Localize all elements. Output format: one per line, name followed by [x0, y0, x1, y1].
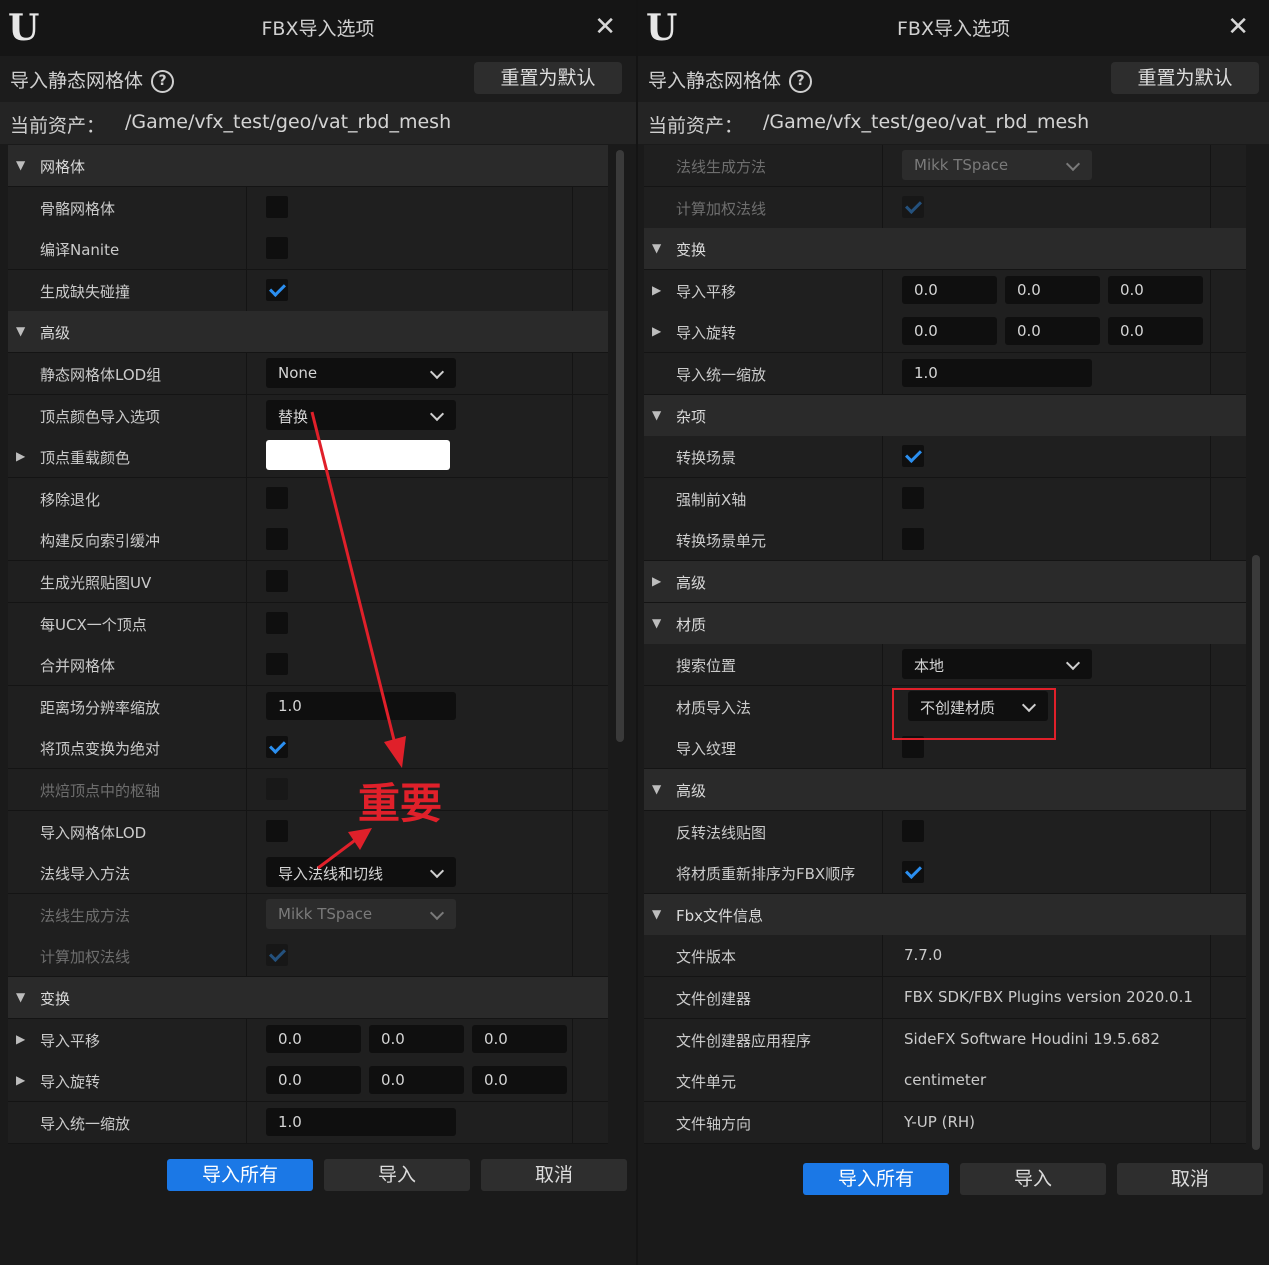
- annotation-arrows: [310, 411, 406, 870]
- annotation-arrow-short: [317, 836, 359, 870]
- annotation-arrowhead-long: [384, 736, 406, 768]
- highlight-box: [892, 688, 1056, 740]
- annotation-arrowhead-short: [348, 828, 372, 850]
- annotation-important-text: 重要: [358, 779, 443, 828]
- annotation-arrow-long: [310, 411, 398, 749]
